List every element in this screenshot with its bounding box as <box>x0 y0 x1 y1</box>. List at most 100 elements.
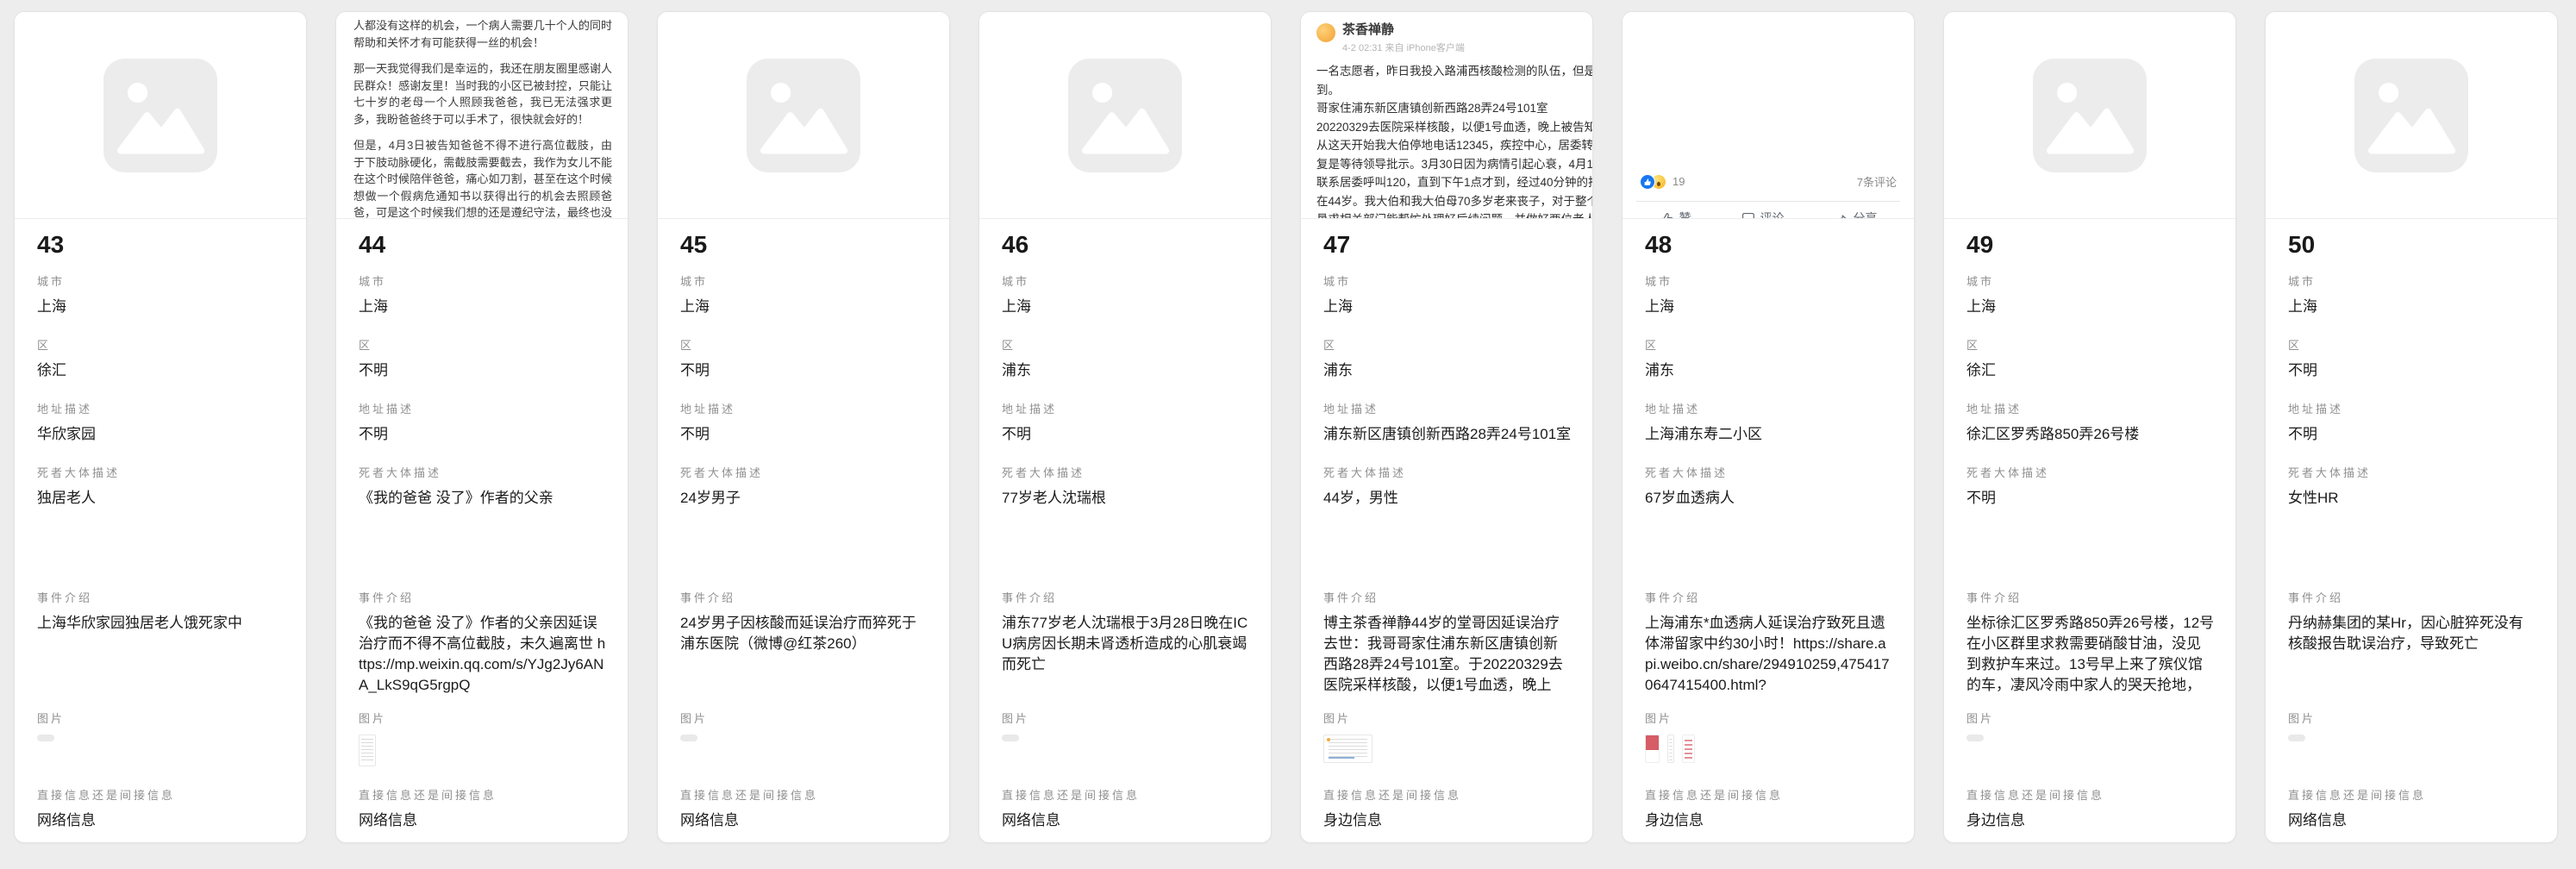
image-thumbnail-weibo[interactable] <box>1323 735 1372 763</box>
field-label-event: 事件介绍 <box>1966 589 2215 605</box>
field-image: 图片 <box>2288 710 2536 769</box>
facebook-reaction-row: 19 7条评论 <box>1623 173 1914 190</box>
case-card[interactable]: 茶香禅静 4-2 02:31 来自 iPhone客户端 一名志愿者，昨日我投入路… <box>1300 11 1593 843</box>
field-value-city: 上海 <box>1645 297 1893 317</box>
field-event-description: 事件介绍 上海浦东*血透病人延误治疗致死且遗体滞留家中约30小时！https:/… <box>1645 589 1893 696</box>
field-direct-or-indirect: 直接信息还是间接信息 网络信息 <box>680 786 928 831</box>
field-victim-description: 死者大体描述 77岁老人沈瑞根 <box>1002 464 1250 509</box>
image-placeholder-icon <box>2033 59 2147 172</box>
case-card[interactable]: 49 城市 上海 区 徐汇 地址描述 徐汇区罗秀路850弄26号楼 死者大体描述… <box>1943 11 2236 843</box>
field-value-address: 不明 <box>680 424 928 445</box>
image-thumbnail-pill[interactable] <box>37 735 54 741</box>
comment-count[interactable]: 7条评论 <box>1857 173 1897 190</box>
image-thumbnail-list[interactable] <box>1682 735 1695 763</box>
field-victim-description: 死者大体描述 不明 <box>1966 464 2215 509</box>
card-media: 茶香禅静 4-2 02:31 来自 iPhone客户端 一名志愿者，昨日我投入路… <box>1301 12 1592 219</box>
field-victim-description: 死者大体描述 44岁，男性 <box>1323 464 1572 509</box>
field-value-victim: 77岁老人沈瑞根 <box>1002 488 1250 509</box>
field-label-image: 图片 <box>1323 710 1572 726</box>
field-city: 城市 上海 <box>1323 272 1572 317</box>
field-value-event: 上海华欣家园独居老人饿死家中 <box>37 613 285 634</box>
field-event-description: 事件介绍 坐标徐汇区罗秀路850弄26号楼，12号在小区群里求救需要硝酸甘油，没… <box>1966 589 2215 697</box>
image-thumbnail-doc[interactable] <box>359 735 376 766</box>
field-label-victim: 死者大体描述 <box>1323 464 1572 480</box>
case-card[interactable]: irresponsible and false statements about… <box>1622 11 1915 843</box>
field-value-victim: 独居老人 <box>37 488 285 509</box>
field-victim-description: 死者大体描述 女性HR <box>2288 464 2536 509</box>
image-thumbnail-pill[interactable] <box>1002 735 1019 741</box>
field-value-direct: 身边信息 <box>1966 810 2215 831</box>
field-label-address: 地址描述 <box>2288 400 2536 416</box>
field-victim-description: 死者大体描述 67岁血透病人 <box>1645 464 1893 509</box>
field-label-event: 事件介绍 <box>359 589 607 605</box>
image-placeholder <box>1944 12 2235 218</box>
field-event-description: 事件介绍 浦东77岁老人沈瑞根于3月28日晚在ICU病房因长期未肾透析造成的心肌… <box>1002 589 1250 675</box>
field-victim-description: 死者大体描述 独居老人 <box>37 464 285 509</box>
image-thumbnails <box>2288 735 2536 769</box>
comment-button: 评论 <box>1741 209 1785 219</box>
field-district: 区 浦东 <box>1323 336 1572 381</box>
image-thumbnail-tall[interactable] <box>1667 735 1674 763</box>
field-label-direct: 直接信息还是间接信息 <box>37 786 285 803</box>
case-card[interactable]: 46 城市 上海 区 浦东 地址描述 不明 死者大体描述 77岁老人沈瑞根 事件… <box>979 11 1272 843</box>
field-address: 地址描述 不明 <box>2288 400 2536 445</box>
field-label-city: 城市 <box>1966 272 2215 289</box>
field-event-description: 事件介绍 博主茶香禅静44岁的堂哥因延误治疗去世：我哥哥家住浦东新区唐镇创新西路… <box>1323 589 1572 697</box>
field-value-direct: 网络信息 <box>2288 810 2536 831</box>
field-value-city: 上海 <box>37 297 285 317</box>
field-image: 图片 <box>1966 710 2215 769</box>
image-thumbnails <box>1645 735 1893 769</box>
field-direct-or-indirect: 直接信息还是间接信息 网络信息 <box>1002 786 1250 831</box>
field-label-victim: 死者大体描述 <box>2288 464 2536 480</box>
field-label-city: 城市 <box>37 272 285 289</box>
case-card[interactable]: 45 城市 上海 区 不明 地址描述 不明 死者大体描述 24岁男子 事件介绍 … <box>657 11 950 843</box>
field-direct-or-indirect: 直接信息还是间接信息 网络信息 <box>359 786 607 831</box>
field-value-direct: 网络信息 <box>680 810 928 831</box>
field-district: 区 徐汇 <box>1966 336 2215 381</box>
image-placeholder <box>658 12 949 218</box>
field-label-image: 图片 <box>1966 710 2215 726</box>
field-label-city: 城市 <box>1323 272 1572 289</box>
field-label-direct: 直接信息还是间接信息 <box>1645 786 1893 803</box>
card-media <box>15 12 306 219</box>
field-label-event: 事件介绍 <box>1323 589 1572 605</box>
field-city: 城市 上海 <box>1002 272 1250 317</box>
field-label-city: 城市 <box>1002 272 1250 289</box>
card-number: 48 <box>1645 231 1672 259</box>
case-card[interactable]: 50 城市 上海 区 不明 地址描述 不明 死者大体描述 女性HR 事件介绍 丹… <box>2265 11 2558 843</box>
weibo-timestamp: 4-2 02:31 来自 iPhone客户端 <box>1342 41 1465 54</box>
field-value-district: 浦东 <box>1002 360 1250 381</box>
image-thumbnail-pill[interactable] <box>680 735 697 741</box>
field-event-description: 事件介绍 24岁男子因核酸而延误治疗而猝死于浦东医院（微博@红茶260） <box>680 589 928 654</box>
field-label-event: 事件介绍 <box>1002 589 1250 605</box>
image-thumbnail-red[interactable] <box>1645 735 1660 763</box>
image-placeholder <box>2266 12 2557 218</box>
field-image: 图片 <box>1002 710 1250 769</box>
case-card[interactable]: 人都没有这样的机会，一个病人需要几十个人的同时帮助和关怀才有可能获得一丝的机会！… <box>335 11 628 843</box>
image-thumbnails <box>359 735 607 769</box>
case-card[interactable]: 43 城市 上海 区 徐汇 地址描述 华欣家园 死者大体描述 独居老人 事件介绍… <box>14 11 307 843</box>
field-value-victim: 24岁男子 <box>680 488 928 509</box>
field-label-victim: 死者大体描述 <box>37 464 285 480</box>
facebook-post-text: irresponsible and false statements about… <box>1641 12 1895 160</box>
field-label-city: 城市 <box>2288 272 2536 289</box>
field-value-address: 华欣家园 <box>37 424 285 445</box>
field-label-address: 地址描述 <box>1323 400 1572 416</box>
field-value-event: 《我的爸爸 没了》作者的父亲因延误治疗而不得不高位截肢，未久遍离世 https:… <box>359 613 607 696</box>
field-value-victim: 《我的爸爸 没了》作者的父亲 <box>359 488 607 509</box>
field-address: 地址描述 徐汇区罗秀路850弄26号楼 <box>1966 400 2215 445</box>
field-address: 地址描述 华欣家园 <box>37 400 285 445</box>
field-label-address: 地址描述 <box>37 400 285 416</box>
field-label-victim: 死者大体描述 <box>1966 464 2215 480</box>
image-thumbnail-pill[interactable] <box>2288 735 2305 741</box>
field-value-victim: 女性HR <box>2288 488 2536 509</box>
image-placeholder-icon <box>1068 59 1182 172</box>
field-address: 地址描述 不明 <box>359 400 607 445</box>
like-button-label: 赞 <box>1679 209 1691 219</box>
weibo-username: 茶香禅静 <box>1342 23 1465 37</box>
field-address: 地址描述 不明 <box>1002 400 1250 445</box>
image-thumbnail-pill[interactable] <box>1966 735 1984 741</box>
field-value-district: 浦东 <box>1323 360 1572 381</box>
field-value-direct: 身边信息 <box>1645 810 1893 831</box>
field-image: 图片 <box>1323 710 1572 769</box>
